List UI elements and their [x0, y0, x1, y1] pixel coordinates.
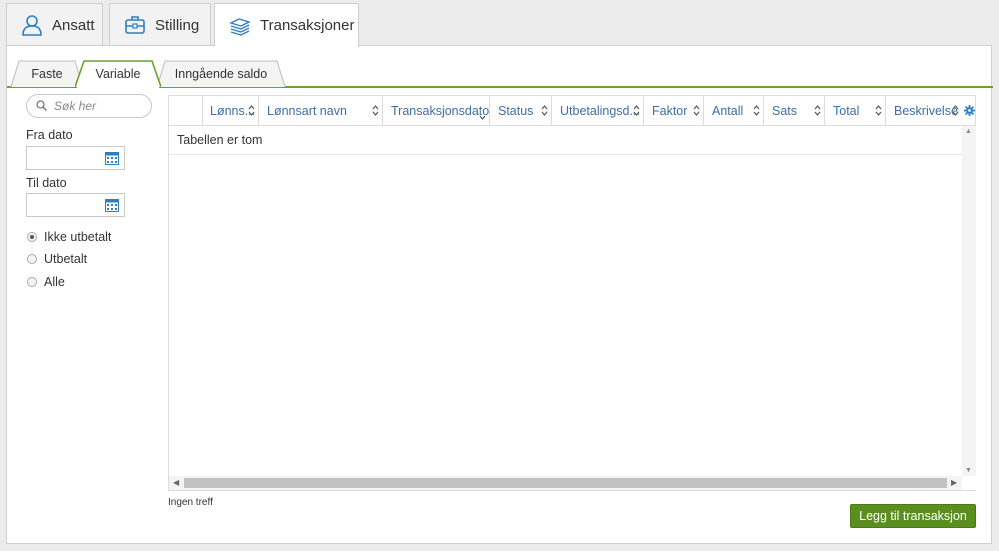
sort-icon[interactable]: [479, 109, 486, 123]
main-panel: Faste Variable Inngående saldo Fra dato …: [6, 45, 993, 544]
tab-transaksjoner-label: Transaksjoner: [260, 17, 355, 34]
column-header-utbetalingsdato[interactable]: Utbetalingsd...: [552, 96, 644, 126]
result-status-text: Ingen treff: [168, 497, 213, 508]
column-header-sats[interactable]: Sats: [764, 96, 825, 126]
scroll-up-arrow-icon[interactable]: ▲: [965, 128, 972, 135]
radio-ikke-utbetalt[interactable]: Ikke utbetalt: [27, 230, 111, 244]
sort-icon[interactable]: [633, 105, 640, 119]
subtab-inngaende-saldo[interactable]: Inngående saldo: [157, 60, 285, 88]
radio-utbetalt[interactable]: Utbetalt: [27, 252, 87, 266]
column-label: Utbetalingsd...: [560, 104, 640, 118]
transactions-table: Lønns... Lønnsart navn Transaksjonsdato …: [168, 95, 976, 491]
subtab-faste[interactable]: Faste: [11, 60, 83, 88]
sort-icon[interactable]: [372, 105, 379, 119]
column-header-faktor[interactable]: Faktor: [644, 96, 704, 126]
subtab-faste-label: Faste: [31, 67, 63, 81]
from-date-input[interactable]: [27, 147, 101, 169]
radio-alle[interactable]: Alle: [27, 275, 65, 289]
add-transaction-button[interactable]: Legg til transaksjon: [850, 504, 976, 528]
horizontal-scrollbar[interactable]: ◀ ▶: [169, 476, 962, 490]
subtab-inngaende-saldo-label: Inngående saldo: [174, 67, 268, 81]
to-date-field[interactable]: [26, 193, 125, 217]
column-label: Sats: [772, 104, 798, 118]
tab-stilling-label: Stilling: [155, 16, 200, 34]
column-label: Status: [498, 104, 534, 118]
radio-label: Ikke utbetalt: [44, 230, 112, 244]
sort-icon[interactable]: [248, 105, 255, 119]
scrollbar-corner: [962, 476, 976, 490]
tab-ansatt-label: Ansatt: [52, 16, 95, 34]
column-label: Total: [833, 104, 860, 118]
subtab-variable-label: Variable: [95, 67, 141, 81]
scroll-right-arrow-icon[interactable]: ▶: [951, 478, 957, 487]
from-date-field[interactable]: [26, 146, 125, 170]
person-icon: [21, 14, 43, 36]
radio-button[interactable]: [27, 277, 37, 287]
tab-ansatt[interactable]: Ansatt: [6, 3, 103, 46]
sort-icon[interactable]: [753, 105, 760, 119]
vertical-scrollbar[interactable]: ▲ ▼: [962, 126, 976, 476]
row-select-column: [169, 96, 203, 126]
scroll-thumb[interactable]: [184, 478, 947, 488]
column-header-antall[interactable]: Antall: [704, 96, 764, 126]
to-date-label: Til dato: [26, 176, 67, 190]
tab-stilling[interactable]: Stilling: [109, 3, 211, 46]
radio-button[interactable]: [27, 232, 37, 242]
sort-icon[interactable]: [814, 105, 821, 119]
column-header-status[interactable]: Status: [490, 96, 552, 126]
to-date-input[interactable]: [27, 194, 101, 216]
sort-icon[interactable]: [952, 105, 959, 119]
scroll-left-arrow-icon[interactable]: ◀: [173, 478, 179, 487]
subtab-variable[interactable]: Variable: [75, 60, 161, 88]
stack-icon: [229, 15, 251, 37]
column-header-lonnsart[interactable]: Lønns...: [203, 96, 259, 126]
tab-transaksjoner[interactable]: Transaksjoner: [214, 3, 359, 47]
radio-button[interactable]: [27, 254, 37, 264]
sub-tab-bar: Faste Variable Inngående saldo: [7, 60, 993, 88]
from-date-label: Fra dato: [26, 128, 73, 142]
radio-label: Alle: [44, 275, 65, 289]
column-label: Faktor: [652, 104, 688, 118]
column-label: Transaksjonsdato: [391, 104, 490, 118]
column-label: Antall: [712, 104, 744, 118]
column-header-transaksjonsdato[interactable]: Transaksjonsdato: [383, 96, 490, 126]
briefcase-icon: [124, 14, 146, 36]
column-label: Lønnsart navn: [267, 104, 347, 118]
column-header-lonnsart-navn[interactable]: Lønnsart navn: [259, 96, 383, 126]
column-label: Beskrivelse: [894, 104, 958, 118]
sort-icon[interactable]: [541, 105, 548, 119]
gear-icon[interactable]: [962, 96, 976, 126]
search-input[interactable]: [52, 98, 148, 114]
sort-icon[interactable]: [875, 105, 882, 119]
search-icon: [36, 99, 47, 114]
column-header-beskrivelse[interactable]: Beskrivelse: [886, 96, 962, 126]
scroll-down-arrow-icon[interactable]: ▼: [965, 467, 972, 474]
table-header: Lønns... Lønnsart navn Transaksjonsdato …: [169, 96, 962, 126]
calendar-icon[interactable]: [105, 151, 119, 168]
column-header-total[interactable]: Total: [825, 96, 886, 126]
empty-table-message: Tabellen er tom: [169, 126, 962, 155]
sort-icon[interactable]: [693, 105, 700, 119]
calendar-icon[interactable]: [105, 198, 119, 215]
search-box[interactable]: [26, 94, 152, 118]
radio-label: Utbetalt: [44, 252, 88, 266]
